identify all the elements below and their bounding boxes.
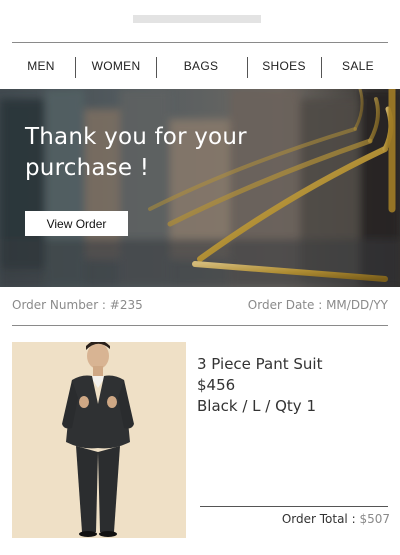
nav-divider xyxy=(75,57,76,78)
nav-divider xyxy=(247,57,248,78)
nav-item-women[interactable]: WOMEN xyxy=(88,43,144,90)
product-name[interactable]: 3 Piece Pant Suit xyxy=(197,355,322,373)
nav-item-bags[interactable]: BAGS xyxy=(178,43,224,90)
hero-hangers-image xyxy=(0,89,400,287)
category-nav: MEN WOMEN BAGS SHOES SALE xyxy=(12,42,388,89)
view-order-button[interactable]: View Order xyxy=(25,211,128,236)
nav-divider xyxy=(321,57,322,78)
total-divider xyxy=(200,506,388,507)
brand-logo-placeholder[interactable] xyxy=(133,15,261,23)
section-divider xyxy=(12,325,388,326)
order-total-label: Order Total : xyxy=(281,512,360,526)
product-variant: Black / L / Qty 1 xyxy=(197,397,316,415)
nav-item-shoes[interactable]: SHOES xyxy=(258,43,310,90)
hero-banner: Thank you for your purchase ! View Order xyxy=(0,89,400,287)
order-total: Order Total : $507 xyxy=(282,512,390,526)
hero-title: Thank you for your purchase ! xyxy=(25,124,247,181)
product-image[interactable] xyxy=(12,342,186,538)
order-total-value: $507 xyxy=(359,512,390,526)
order-date: Order Date : MM/DD/YY xyxy=(247,298,388,312)
order-number: Order Number : #235 xyxy=(12,298,143,312)
nav-item-sale[interactable]: SALE xyxy=(338,43,378,90)
nav-divider xyxy=(156,57,157,78)
suit-model-illustration xyxy=(12,342,186,538)
nav-item-men[interactable]: MEN xyxy=(22,43,60,90)
product-price: $456 xyxy=(197,376,236,394)
